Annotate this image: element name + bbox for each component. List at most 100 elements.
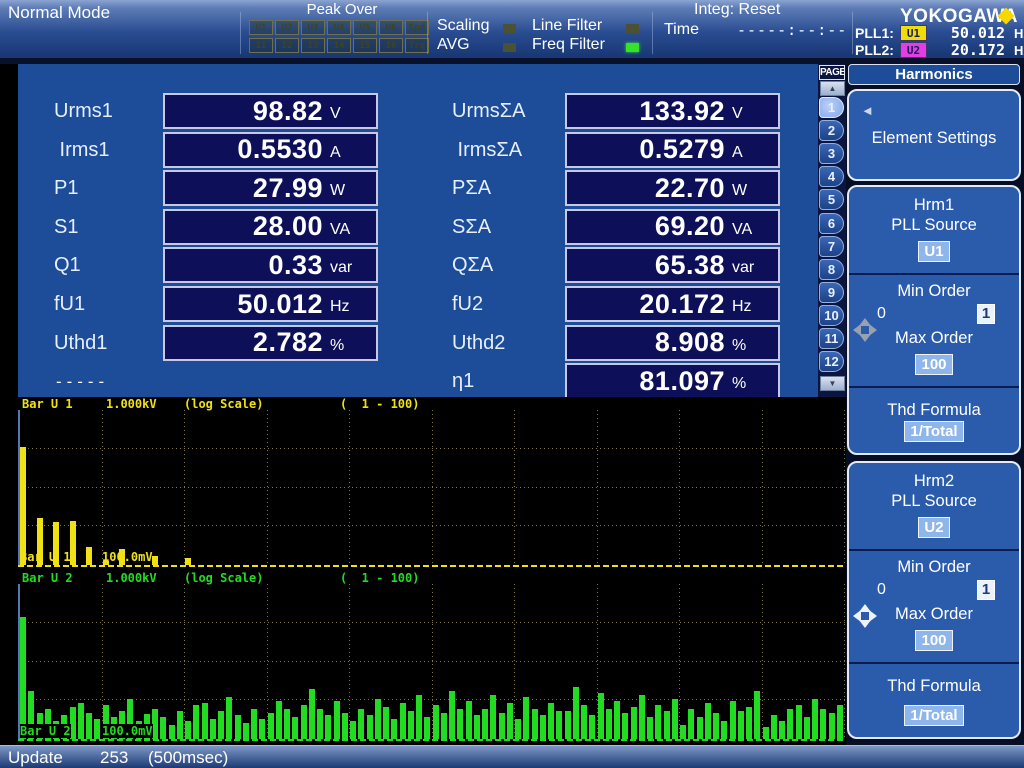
bar-h26: [226, 697, 232, 739]
unit-text: Hz: [725, 292, 778, 316]
bar-h21: [185, 721, 191, 739]
peak-over-indicator-U4: U4: [327, 20, 351, 35]
line-filter-label: Line Filter: [532, 17, 602, 35]
unit-text: V: [725, 99, 778, 123]
meas-label-SΣA: SΣA: [452, 209, 491, 245]
peak-over-indicator-I5: I5: [353, 38, 377, 53]
bar-h93: [779, 721, 785, 739]
bar-h72: [606, 709, 612, 739]
gridline-horizontal: [20, 622, 845, 623]
hrm2-pll-source-value[interactable]: U2: [918, 517, 949, 538]
bar-h66: [556, 711, 562, 739]
gridline-vertical: [184, 410, 185, 565]
peak-over-indicator-U3: U3: [301, 20, 325, 35]
min-order-base: 0: [877, 581, 886, 599]
chart-top-scale: 1.000kV: [106, 571, 157, 585]
page-tab-4[interactable]: 4: [819, 166, 844, 187]
chart-plot-area: Bar U 1100.0mV: [20, 410, 845, 565]
pll2-readout: PLL2:U220.172Hz: [855, 41, 1024, 59]
bar-h35: [301, 705, 307, 739]
chart-bottom-left-label: Bar U 2: [20, 724, 71, 738]
bar-h86: [721, 721, 727, 739]
page-tab-9[interactable]: 9: [819, 282, 844, 303]
bar-h32: [276, 701, 282, 739]
hrm1-max-order-label: Max Order: [895, 329, 973, 348]
hrm2-title: Hrm2: [914, 472, 954, 491]
meas-label-QΣA: QΣA: [452, 247, 493, 283]
meas-label-P1: P1: [54, 170, 78, 206]
value-text: 27.99: [165, 173, 323, 204]
bar-h100: [837, 705, 843, 739]
hrm1-min-order-value[interactable]: 1: [977, 304, 995, 324]
bar-h1: [20, 447, 26, 565]
peak-over-label: Peak Over: [297, 1, 387, 18]
bar-h23: [202, 703, 208, 739]
chart-plot-area: Bar U 2100.0mV: [20, 584, 845, 739]
page-tab-1[interactable]: 1: [819, 97, 844, 118]
hrm1-max-order-value[interactable]: 100: [915, 354, 952, 375]
hrm2-settings-panel[interactable]: Hrm2PLL SourceU2Min Order01Max Order100T…: [847, 461, 1021, 739]
hrm2-min-order-row: 01: [849, 580, 1019, 600]
unit-text: A: [323, 138, 376, 162]
bar-h78: [655, 705, 661, 739]
pll2-unit: Hz: [1014, 43, 1024, 58]
topbar-divider: [427, 12, 428, 54]
pll2-frequency: 20.172: [927, 41, 1005, 59]
page-tab-10[interactable]: 10: [819, 305, 844, 326]
peak-over-indicator-I1: I1: [249, 38, 273, 53]
meas-label-Irms1: Irms1: [54, 132, 110, 168]
bar-h18: [160, 717, 166, 739]
chart-baseline: [18, 739, 845, 741]
update-interval: (500msec): [148, 748, 228, 768]
bar-h81: [680, 725, 686, 739]
gridline-vertical: [267, 410, 268, 565]
chart-bottom-scale-label: 100.0mV: [102, 550, 153, 564]
gridline-vertical: [844, 584, 845, 739]
page-scroll-down-button[interactable]: ▼: [820, 376, 845, 391]
hrm2-max-order-value[interactable]: 100: [915, 630, 952, 651]
meas-value-η1: 81.097%: [565, 363, 780, 399]
gridline-vertical: [349, 410, 350, 565]
page-tab-11[interactable]: 11: [819, 328, 844, 349]
page-tab-7[interactable]: 7: [819, 236, 844, 257]
bar-h19: [169, 725, 175, 739]
hrm1-pll-source-value[interactable]: U1: [918, 241, 949, 262]
hrm2-thd-formula-value[interactable]: 1/Total: [904, 705, 963, 726]
hrm1-pll-source-label: PLL Source: [891, 216, 977, 235]
page-tab-5[interactable]: 5: [819, 189, 844, 210]
softkey-menu: Harmonics ◄ Element Settings Hrm1PLL Sou…: [846, 64, 1024, 745]
bar-h68: [573, 687, 579, 739]
unit-text: %: [725, 369, 778, 393]
bar-h33: [284, 709, 290, 739]
back-arrow-icon: ◄: [861, 103, 874, 118]
scaling-indicator: [503, 24, 516, 33]
bar-h49: [416, 695, 422, 739]
peak-over-indicator-I3: I3: [301, 38, 325, 53]
page-scroll-up-button[interactable]: ▲: [820, 81, 845, 96]
hrm1-thd-formula-value[interactable]: 1/Total: [904, 421, 963, 442]
bar-h80: [672, 699, 678, 739]
meas-value-Uthd1: 2.782%: [163, 325, 378, 361]
hrm1-settings-panel[interactable]: Hrm1PLL SourceU1Min Order01Max Order100T…: [847, 185, 1021, 455]
meas-label-PΣA: PΣA: [452, 170, 491, 206]
peak-over-indicator-I4: I4: [327, 38, 351, 53]
page-tab-8[interactable]: 8: [819, 259, 844, 280]
chart-scale-note: (log Scale): [184, 571, 263, 585]
bar-h44: [375, 699, 381, 739]
chart-item-label: Bar U 2: [22, 571, 73, 585]
bar-h45: [383, 707, 389, 739]
bar-h38: [325, 715, 331, 739]
value-text: 0.5279: [567, 134, 725, 165]
bar-h61: [515, 719, 521, 739]
page-tab-6[interactable]: 6: [819, 213, 844, 234]
page-tab-2[interactable]: 2: [819, 120, 844, 141]
value-text: 8.908: [567, 327, 725, 358]
meas-label-Urms1: Urms1: [54, 93, 113, 129]
peak-over-indicator-I6: I6: [379, 38, 403, 53]
page-tab-12[interactable]: 12: [819, 351, 844, 372]
value-text: 0.5530: [165, 134, 323, 165]
element-settings-button[interactable]: ◄ Element Settings: [847, 89, 1021, 181]
hrm1-thd-formula-label: Thd Formula: [887, 401, 981, 420]
page-tab-3[interactable]: 3: [819, 143, 844, 164]
hrm2-min-order-value[interactable]: 1: [977, 580, 995, 600]
